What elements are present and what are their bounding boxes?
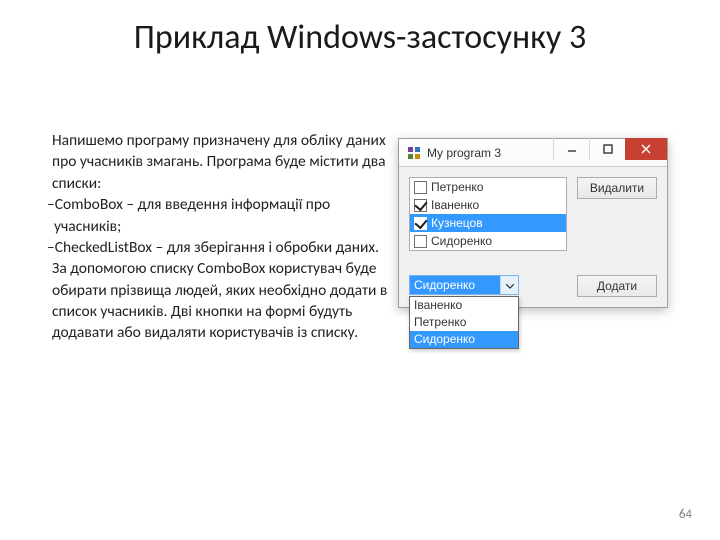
list-item-label: Кузнецов [431,216,483,230]
combo-dropdown[interactable]: ІваненкоПетренкоСидоренко [409,296,519,349]
app-window: My program 3 Петренко Іваненко Кузнецов Сид… [398,138,668,308]
add-button[interactable]: Додати [577,275,657,297]
checked-list-box[interactable]: Петренко Іваненко Кузнецов Сидоренко [409,177,567,251]
body-text: Напишемо програму призначену для обліку … [52,130,392,344]
maximize-button[interactable] [589,138,625,160]
checkbox-icon[interactable] [414,199,427,212]
checkbox-icon[interactable] [414,235,427,248]
close-button[interactable] [625,138,667,160]
list-item-label: Петренко [431,180,483,194]
list-item-label: Сидоренко [431,234,492,248]
combo-selected: Сидоренко [410,276,500,294]
titlebar: My program 3 [399,139,667,167]
list-item-label: Іваненко [431,198,479,212]
combo-box[interactable]: Сидоренко ІваненкоПетренкоСидоренко [409,275,519,295]
checkbox-icon[interactable] [414,181,427,194]
paragraph: Напишемо програму призначену для обліку … [52,130,392,194]
bullet-checkedlistbox: –CheckedListBox – для зберігання і оброб… [52,237,392,258]
page-title: Приклад Windows-застосунку 3 [0,0,720,57]
checkbox-icon[interactable] [414,217,427,230]
minimize-button[interactable] [553,138,589,160]
delete-button[interactable]: Видалити [577,177,657,199]
dropdown-item[interactable]: Іваненко [410,297,518,314]
bullet-combobox: –ComboBox – для введення інформації про … [52,194,392,237]
combo-dropdown-button[interactable] [500,276,518,294]
list-item[interactable]: Петренко [410,178,566,196]
app-icon [407,146,421,160]
dropdown-item[interactable]: Сидоренко [410,331,518,348]
dropdown-item[interactable]: Петренко [410,314,518,331]
list-item[interactable]: Сидоренко [410,232,566,250]
window-title: My program 3 [427,146,553,160]
page-number: 64 [679,507,692,522]
paragraph: За допомогою списку ComboBox користувач … [52,258,392,344]
list-item[interactable]: Кузнецов [410,214,566,232]
list-item[interactable]: Іваненко [410,196,566,214]
chevron-down-icon [506,278,514,292]
